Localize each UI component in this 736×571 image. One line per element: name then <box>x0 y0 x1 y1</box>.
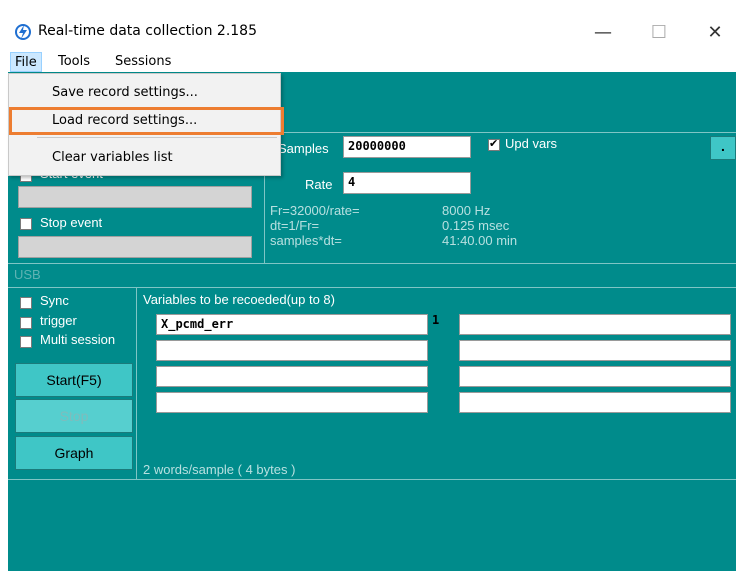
usb-label: USB <box>14 267 41 282</box>
trigger-label: trigger <box>40 313 77 328</box>
window-title: Real-time data collection 2.185 <box>38 23 257 39</box>
menu-item-clear-variables-list[interactable]: Clear variables list <box>10 146 280 170</box>
multi-session-checkbox[interactable] <box>20 336 32 348</box>
more-button[interactable]: . <box>710 136 736 160</box>
maximize-button[interactable]: ☐ <box>636 18 682 48</box>
sync-checkbox[interactable] <box>20 297 32 309</box>
variable-field-8[interactable] <box>459 392 731 413</box>
divider <box>8 287 736 288</box>
highlight-box <box>9 107 284 135</box>
menu-item-save-record-settings[interactable]: Save record settings... <box>10 81 280 105</box>
stop-event-field[interactable] <box>18 236 252 258</box>
variable-field-4[interactable] <box>156 392 428 413</box>
upd-vars-label: Upd vars <box>505 136 558 151</box>
dt-value: 0.125 msec <box>442 218 510 233</box>
words-per-sample: 2 words/sample ( 4 bytes ) <box>143 462 296 477</box>
graph-button[interactable]: Graph <box>15 436 133 470</box>
menu-separator <box>37 137 277 138</box>
app-logo-icon <box>14 23 32 41</box>
trigger-checkbox[interactable] <box>20 317 32 329</box>
close-button[interactable]: ✕ <box>692 18 736 48</box>
start-button[interactable]: Start(F5) <box>15 363 133 397</box>
stop-event-label: Stop event <box>40 215 103 230</box>
close-icon: ✕ <box>707 22 723 43</box>
samples-input[interactable]: 20000000 <box>343 136 471 158</box>
stop-button[interactable]: Stop <box>15 399 133 433</box>
menu-file[interactable]: File <box>10 52 42 72</box>
rate-input[interactable]: 4 <box>343 172 471 194</box>
divider <box>136 287 137 480</box>
total-time-value: 41:40.00 min <box>442 233 518 248</box>
fr-value: 8000 Hz <box>442 203 491 218</box>
start-event-field[interactable] <box>18 186 252 208</box>
variable-index-marker: 1 <box>432 313 440 327</box>
samples-label: Samples <box>278 141 329 156</box>
menu-tools[interactable]: Tools <box>54 52 94 72</box>
variable-field-1[interactable]: X_pcmd_err <box>156 314 428 335</box>
variable-field-6[interactable] <box>459 340 731 361</box>
maximize-icon: ☐ <box>650 22 668 43</box>
divider <box>8 263 736 264</box>
variables-header: Variables to be recoeded(up to 8) <box>143 292 335 307</box>
variable-field-3[interactable] <box>156 366 428 387</box>
minimize-icon: — <box>594 22 612 43</box>
divider <box>8 479 736 480</box>
fr-label: Fr=32000/rate= <box>270 203 360 218</box>
dt-label: dt=1/Fr= <box>270 218 320 233</box>
rate-label: Rate <box>305 177 333 192</box>
multi-session-label: Multi session <box>40 332 116 347</box>
total-time-label: samples*dt= <box>270 233 342 248</box>
file-menu-dropdown: Save record settings... Load record sett… <box>8 73 284 176</box>
variable-field-2[interactable] <box>156 340 428 361</box>
minimize-button[interactable]: — <box>580 18 626 48</box>
variable-field-7[interactable] <box>459 366 731 387</box>
sync-label: Sync <box>40 293 69 308</box>
menu-sessions[interactable]: Sessions <box>111 52 175 72</box>
upd-vars-checkbox[interactable] <box>488 137 500 151</box>
stop-event-checkbox[interactable] <box>20 218 32 230</box>
variable-field-5[interactable] <box>459 314 731 335</box>
